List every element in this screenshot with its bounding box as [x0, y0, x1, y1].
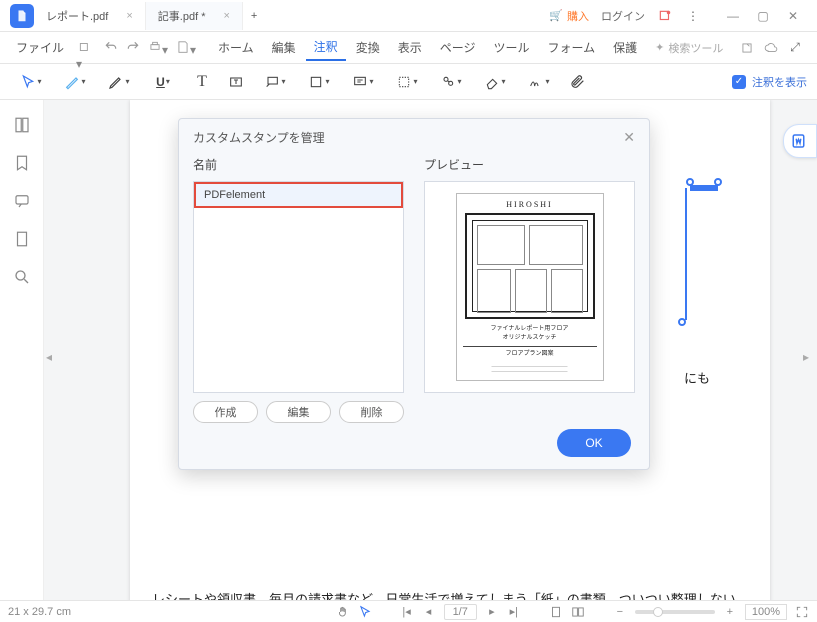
select-mode-icon[interactable]: [358, 605, 372, 619]
menu-tool[interactable]: ツール: [485, 35, 537, 60]
eraser-tool[interactable]: ▾: [474, 68, 516, 96]
titlebar: レポート.pdf × 記事.pdf * × + 🛒 購入 ログイン ⋮ — ▢ …: [0, 0, 817, 32]
callout-tool[interactable]: ▾: [254, 68, 296, 96]
page-dimensions: 21 x 29.7 cm: [8, 606, 71, 618]
name-column-label: 名前: [193, 156, 404, 173]
underline-tool[interactable]: U▾: [142, 68, 184, 96]
menu-protect[interactable]: 保護: [605, 35, 645, 60]
menu-file[interactable]: ファイル: [8, 35, 72, 60]
save-icon[interactable]: ▾: [176, 40, 198, 56]
menu-convert[interactable]: 変換: [348, 35, 388, 60]
login-link[interactable]: ログイン: [601, 8, 645, 24]
prev-page-arrow[interactable]: ◂: [46, 350, 58, 362]
notification-icon[interactable]: [657, 8, 673, 24]
share-icon[interactable]: [739, 40, 755, 56]
cloud-icon[interactable]: [763, 40, 779, 56]
preview-column-label: プレビュー: [424, 156, 635, 173]
comment-tool[interactable]: ▾: [342, 68, 384, 96]
dialog-title: カスタムスタンプを管理: [193, 129, 325, 146]
menu-annotate[interactable]: 注釈: [306, 34, 346, 61]
annotation-toolbar: ▾ ▾ ▾ U▾ T ▾ ▾ ▾ ▾ ▾ ▾ ▾ ✓ 注釈を表示: [0, 64, 817, 100]
fit-page-icon[interactable]: [549, 605, 563, 619]
next-page-icon[interactable]: ▸: [485, 605, 499, 619]
stamp-preview: HIROSHI ファイナルレポート用フロア オリジナルスケッチ: [424, 181, 635, 393]
zoom-in-icon[interactable]: +: [723, 605, 737, 619]
signature-tool[interactable]: ▾: [518, 68, 560, 96]
note-tool[interactable]: ▾: [298, 68, 340, 96]
maximize-button[interactable]: ▢: [751, 4, 775, 28]
preview-heading: HIROSHI: [506, 200, 552, 209]
fullscreen-icon[interactable]: [795, 605, 809, 619]
app-logo: [10, 4, 34, 28]
menu-edit[interactable]: 編集: [264, 35, 304, 60]
left-sidebar: [0, 100, 44, 600]
show-annotations-toggle[interactable]: ✓ 注釈を表示: [732, 74, 807, 90]
bookmarks-icon[interactable]: [13, 154, 31, 172]
floorplan-graphic: [465, 213, 595, 319]
checkbox-icon: ✓: [732, 75, 746, 89]
hand-tool-icon[interactable]: [336, 605, 350, 619]
kebab-menu-icon[interactable]: ⋮: [685, 8, 701, 24]
search-tools[interactable]: ✦ 検索ツール: [655, 40, 723, 56]
close-icon[interactable]: ×: [126, 10, 132, 22]
menu-form[interactable]: フォーム: [540, 35, 604, 60]
tab-label: 記事.pdf *: [158, 8, 206, 24]
fit-spread-icon[interactable]: [571, 605, 585, 619]
purchase-link[interactable]: 🛒 購入: [549, 8, 589, 24]
ok-button[interactable]: OK: [557, 429, 631, 457]
delete-button[interactable]: 削除: [339, 401, 404, 423]
sparkle-icon: ✦: [655, 41, 664, 54]
minimize-button[interactable]: —: [721, 4, 745, 28]
create-button[interactable]: 作成: [193, 401, 258, 423]
textbox-tool[interactable]: [220, 68, 252, 96]
stamp-name-item[interactable]: PDFelement: [194, 182, 403, 208]
document-text: レシートや領収書、毎月の請求書など、日常生活で増えてしまう「紙」の書類…ついつい…: [152, 588, 748, 600]
new-tab-button[interactable]: +: [243, 2, 265, 30]
custom-stamp-dialog: カスタムスタンプを管理 ✕ 名前 PDFelement 作成 編集 削除 プレビ…: [178, 118, 650, 470]
attachments-panel-icon[interactable]: [13, 230, 31, 248]
close-icon[interactable]: ×: [223, 10, 229, 22]
prev-page-icon[interactable]: ◂: [422, 605, 436, 619]
status-bar: 21 x 29.7 cm |◂ ◂ 1/7 ▸ ▸| − + 100%: [0, 600, 817, 622]
word-export-button[interactable]: [783, 124, 817, 158]
cart-icon: 🛒: [549, 9, 563, 22]
edit-button[interactable]: 編集: [266, 401, 331, 423]
print-icon[interactable]: ▾: [148, 40, 170, 56]
text-tool[interactable]: T: [186, 68, 218, 96]
zoom-out-icon[interactable]: −: [613, 605, 627, 619]
attachment-tool[interactable]: [562, 68, 594, 96]
zoom-slider[interactable]: [635, 610, 715, 614]
pencil-tool[interactable]: ▾: [98, 68, 140, 96]
redo-icon[interactable]: [126, 40, 142, 56]
search-panel-icon[interactable]: [13, 268, 31, 286]
stamp-tool[interactable]: ▾: [430, 68, 472, 96]
open-icon[interactable]: ▾: [76, 40, 98, 56]
thumbnails-icon[interactable]: [13, 116, 31, 134]
select-tool[interactable]: ▾: [10, 68, 52, 96]
zoom-level[interactable]: 100%: [745, 604, 787, 620]
first-page-icon[interactable]: |◂: [400, 605, 414, 619]
area-tool[interactable]: ▾: [386, 68, 428, 96]
overflow-text: にも: [684, 368, 710, 387]
expand-icon[interactable]: ⤢: [787, 40, 803, 56]
tab-article[interactable]: 記事.pdf * ×: [146, 2, 243, 30]
last-page-icon[interactable]: ▸|: [507, 605, 521, 619]
window-close-button[interactable]: ✕: [781, 4, 805, 28]
highlight-tool[interactable]: ▾: [54, 68, 96, 96]
tab-report[interactable]: レポート.pdf ×: [34, 2, 146, 30]
menu-view[interactable]: 表示: [390, 35, 430, 60]
undo-icon[interactable]: [104, 40, 120, 56]
dialog-close-button[interactable]: ✕: [623, 129, 635, 146]
next-page-arrow[interactable]: ▸: [803, 350, 815, 362]
menu-page[interactable]: ページ: [432, 35, 484, 60]
stamp-name-list[interactable]: PDFelement: [193, 181, 404, 393]
menu-home[interactable]: ホーム: [210, 35, 262, 60]
menubar: ファイル ▾ ▾ ▾ ホーム 編集 注釈 変換 表示 ページ ツール フォーム …: [0, 32, 817, 64]
tab-label: レポート.pdf: [46, 8, 108, 24]
comments-icon[interactable]: [13, 192, 31, 210]
page-indicator[interactable]: 1/7: [444, 604, 477, 620]
